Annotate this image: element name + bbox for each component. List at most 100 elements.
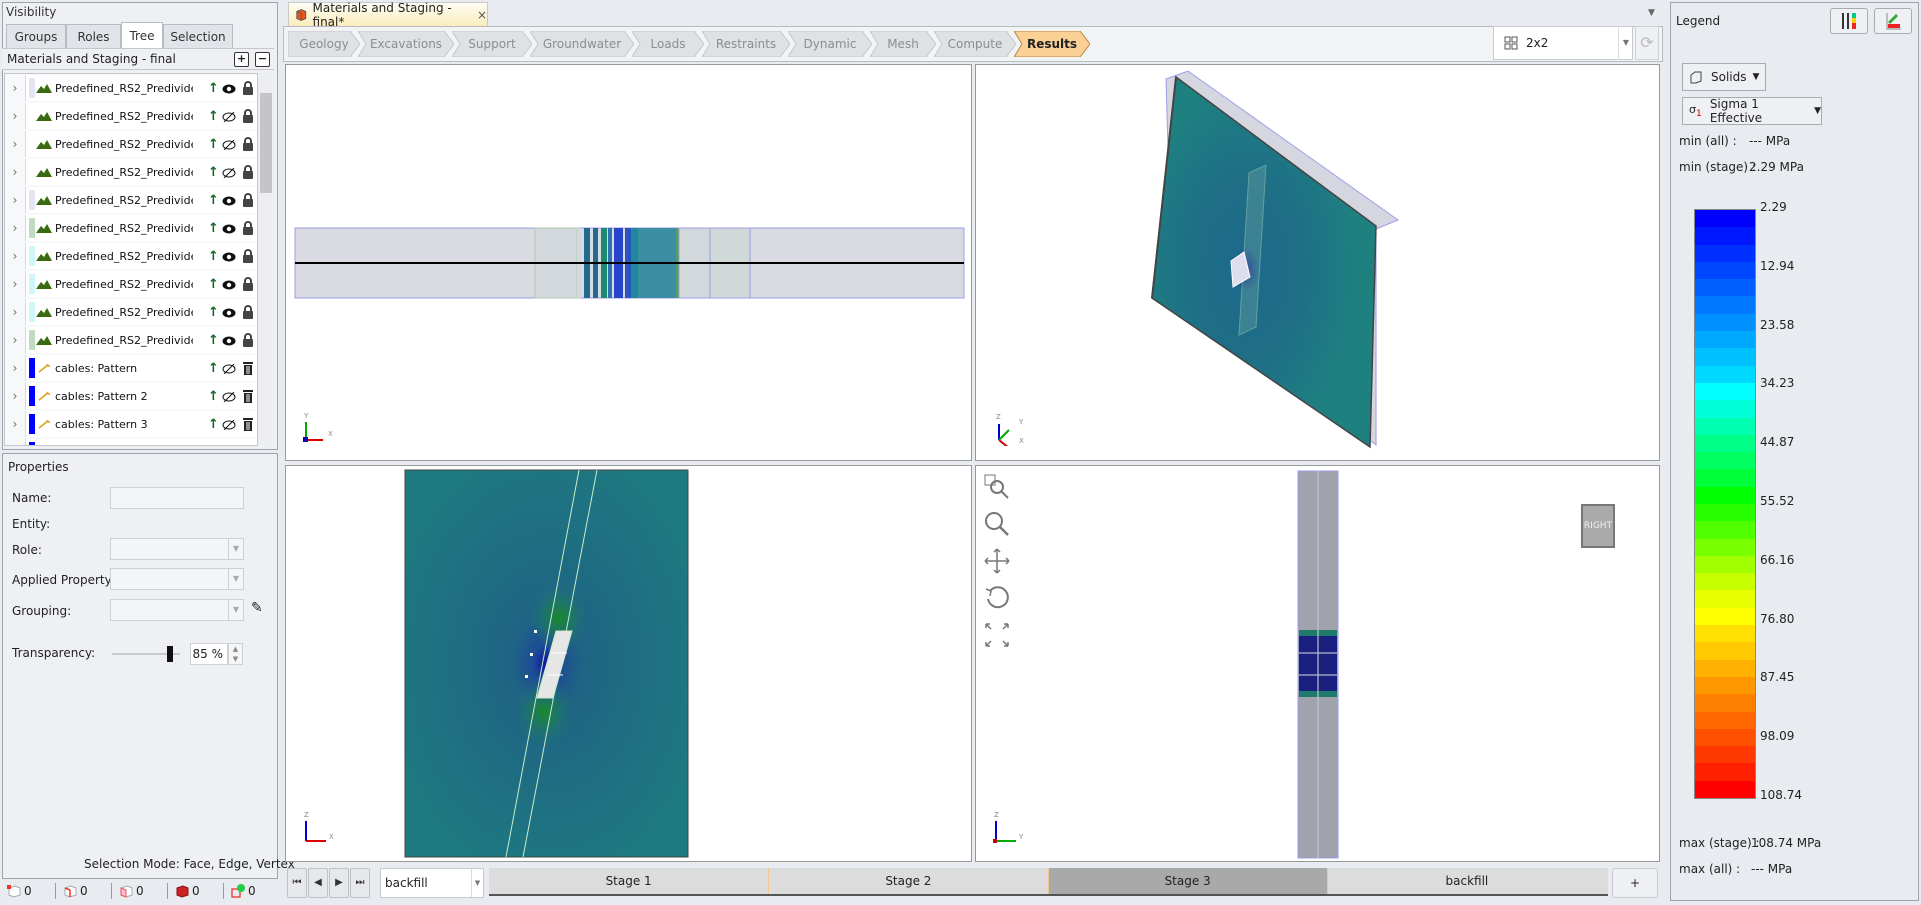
tree-item-cell[interactable]: Predefined_RS2_Predivided_I ↑	[25, 327, 257, 353]
transparency-slider-thumb[interactable]	[166, 646, 173, 662]
tree-item-cell[interactable]: Predefined_RS2_Predivided_I ↑	[25, 243, 257, 269]
activate-arrow-icon[interactable]: ↑	[208, 81, 219, 96]
lock-icon[interactable]	[242, 305, 254, 319]
workflow-tab-excavations[interactable]: Excavations	[358, 31, 454, 57]
activate-arrow-icon[interactable]: ↑	[208, 109, 219, 124]
activate-arrow-icon[interactable]: ↑	[208, 389, 219, 404]
tree-item[interactable]: › Predefined_RS2_Predivided_I ↑	[5, 242, 257, 270]
activate-arrow-icon[interactable]: ↑	[208, 221, 219, 236]
rotate-icon[interactable]	[984, 585, 1010, 611]
expand-chevron-icon[interactable]: ›	[5, 109, 25, 123]
refresh-icon[interactable]: ⟳	[1635, 26, 1659, 60]
lock-icon[interactable]	[242, 109, 254, 123]
tree-item-cell[interactable]: cables: Pattern 2 ↑	[25, 383, 257, 409]
name-field[interactable]	[110, 487, 244, 509]
workflow-tab-support[interactable]: Support	[452, 31, 532, 57]
stage-tab[interactable]: Stage 1	[489, 868, 769, 894]
lock-icon[interactable]	[242, 193, 254, 207]
viewport-top-left[interactable]: Y X	[285, 64, 972, 461]
tree-item[interactable]: › Predefined_RS2_Predivided_I ↑	[5, 186, 257, 214]
chevron-down-icon[interactable]: ▼	[1618, 26, 1633, 60]
expand-chevron-icon[interactable]: ›	[5, 417, 25, 431]
status-solid[interactable]: 0	[168, 883, 224, 899]
activate-arrow-icon[interactable]: ↑	[208, 249, 219, 264]
next-stage-button[interactable]: ▶	[329, 868, 349, 898]
activate-arrow-icon[interactable]: ↑	[208, 305, 219, 320]
expand-chevron-icon[interactable]: ›	[5, 137, 25, 151]
tab-selection[interactable]: Selection	[163, 24, 233, 48]
expand-chevron-icon[interactable]: ›	[5, 277, 25, 291]
expand-chevron-icon[interactable]: ›	[5, 165, 25, 179]
eye-hidden-icon[interactable]	[222, 392, 236, 402]
eye-icon[interactable]	[222, 252, 236, 262]
tree-item[interactable]: ›↑	[5, 438, 257, 446]
stage-select[interactable]: backfill ▼	[380, 868, 484, 898]
stage-tab[interactable]: Stage 3	[1047, 868, 1327, 894]
tree-item[interactable]: › Predefined_RS2_Predivided_I ↑	[5, 158, 257, 186]
tree-item[interactable]: › Predefined_RS2_Predivided_I ↑	[5, 326, 257, 354]
legend-settings-button[interactable]	[1830, 8, 1868, 34]
first-stage-button[interactable]: ⏮	[287, 868, 307, 898]
tree-item-cell[interactable]: cables: Pattern ↑	[25, 355, 257, 381]
lock-icon[interactable]	[242, 333, 254, 347]
tree-item[interactable]: › Predefined_RS2_Predivided_I ↑	[5, 270, 257, 298]
tree-item-cell[interactable]: Predefined_RS2_Predivided_I ↑	[25, 271, 257, 297]
workflow-tab-loads[interactable]: Loads	[632, 31, 704, 57]
add-stage-button[interactable]: +	[1612, 868, 1658, 898]
workflow-tab-geology[interactable]: Geology	[288, 31, 360, 57]
tree-item[interactable]: › Predefined_RS2_Predivided_I ↑	[5, 214, 257, 242]
lock-icon[interactable]	[242, 165, 254, 179]
activate-arrow-icon[interactable]: ↑	[208, 417, 219, 432]
lock-icon[interactable]	[242, 137, 254, 151]
tree-item[interactable]: › cables: Pattern 3 ↑	[5, 410, 257, 438]
trash-icon[interactable]	[242, 361, 254, 375]
activate-arrow-icon[interactable]: ↑	[208, 333, 219, 348]
tree-item[interactable]: › Predefined_RS2_Predivided_I ↑	[5, 102, 257, 130]
role-select[interactable]: ▼	[110, 538, 244, 560]
zoom-extents-icon[interactable]	[984, 622, 1010, 648]
zoom-window-icon[interactable]	[984, 474, 1010, 500]
eye-hidden-icon[interactable]	[222, 168, 236, 178]
pan-icon[interactable]	[984, 548, 1010, 574]
activate-arrow-icon[interactable]: ↑	[208, 445, 219, 446]
tree-item-cell[interactable]: Predefined_RS2_Predivided_I ↑	[25, 159, 257, 185]
status-face[interactable]: 0	[112, 883, 168, 899]
activate-arrow-icon[interactable]: ↑	[208, 165, 219, 180]
last-stage-button[interactable]: ⏭	[350, 868, 370, 898]
collapse-all-icon[interactable]: −	[255, 52, 270, 67]
eye-hidden-icon[interactable]	[222, 364, 236, 374]
tree-item[interactable]: › Predefined_RS2_Predivided_I ↑	[5, 74, 257, 102]
viewport-top-right[interactable]: Z Y X	[975, 64, 1660, 461]
activate-arrow-icon[interactable]: ↑	[208, 361, 219, 376]
expand-chevron-icon[interactable]: ›	[5, 361, 25, 375]
eye-icon[interactable]	[222, 308, 236, 318]
expand-chevron-icon[interactable]: ›	[5, 445, 25, 446]
stage-tab[interactable]: backfill	[1326, 868, 1606, 894]
view-cube[interactable]: RIGHT	[1581, 504, 1615, 548]
eye-icon[interactable]	[222, 280, 236, 290]
legend-colors-button[interactable]	[1874, 8, 1912, 34]
status-vertex[interactable]: 0	[0, 883, 56, 899]
eye-hidden-icon[interactable]	[222, 112, 236, 122]
eye-icon[interactable]	[222, 84, 236, 94]
eye-hidden-icon[interactable]	[222, 140, 236, 150]
tabs-overflow-icon[interactable]: ▼	[1648, 8, 1655, 18]
expand-all-icon[interactable]: +	[234, 52, 249, 67]
close-icon[interactable]: ×	[477, 8, 487, 22]
grouping-select[interactable]: ▼	[110, 599, 244, 621]
lock-icon[interactable]	[242, 221, 254, 235]
expand-chevron-icon[interactable]: ›	[5, 221, 25, 235]
workflow-tab-compute[interactable]: Compute	[934, 31, 1016, 57]
transparency-input[interactable]: 85 %	[190, 643, 228, 665]
tree-item-cell[interactable]: Predefined_RS2_Predivided_I ↑	[25, 131, 257, 157]
expand-chevron-icon[interactable]: ›	[5, 249, 25, 263]
tree-item-cell[interactable]: cables: Pattern 3 ↑	[25, 411, 257, 437]
expand-chevron-icon[interactable]: ›	[5, 333, 25, 347]
tree-item-cell[interactable]: Predefined_RS2_Predivided_I ↑	[25, 187, 257, 213]
eye-icon[interactable]	[222, 224, 236, 234]
document-tab[interactable]: Materials and Staging - final* ×	[288, 1, 488, 29]
transparency-spinner[interactable]: ▲ ▼	[228, 643, 243, 665]
tree-item[interactable]: › cables: Pattern 2 ↑	[5, 382, 257, 410]
expand-chevron-icon[interactable]: ›	[5, 389, 25, 403]
viewport-bottom-right[interactable]: RIGHT Z Y	[975, 465, 1660, 862]
